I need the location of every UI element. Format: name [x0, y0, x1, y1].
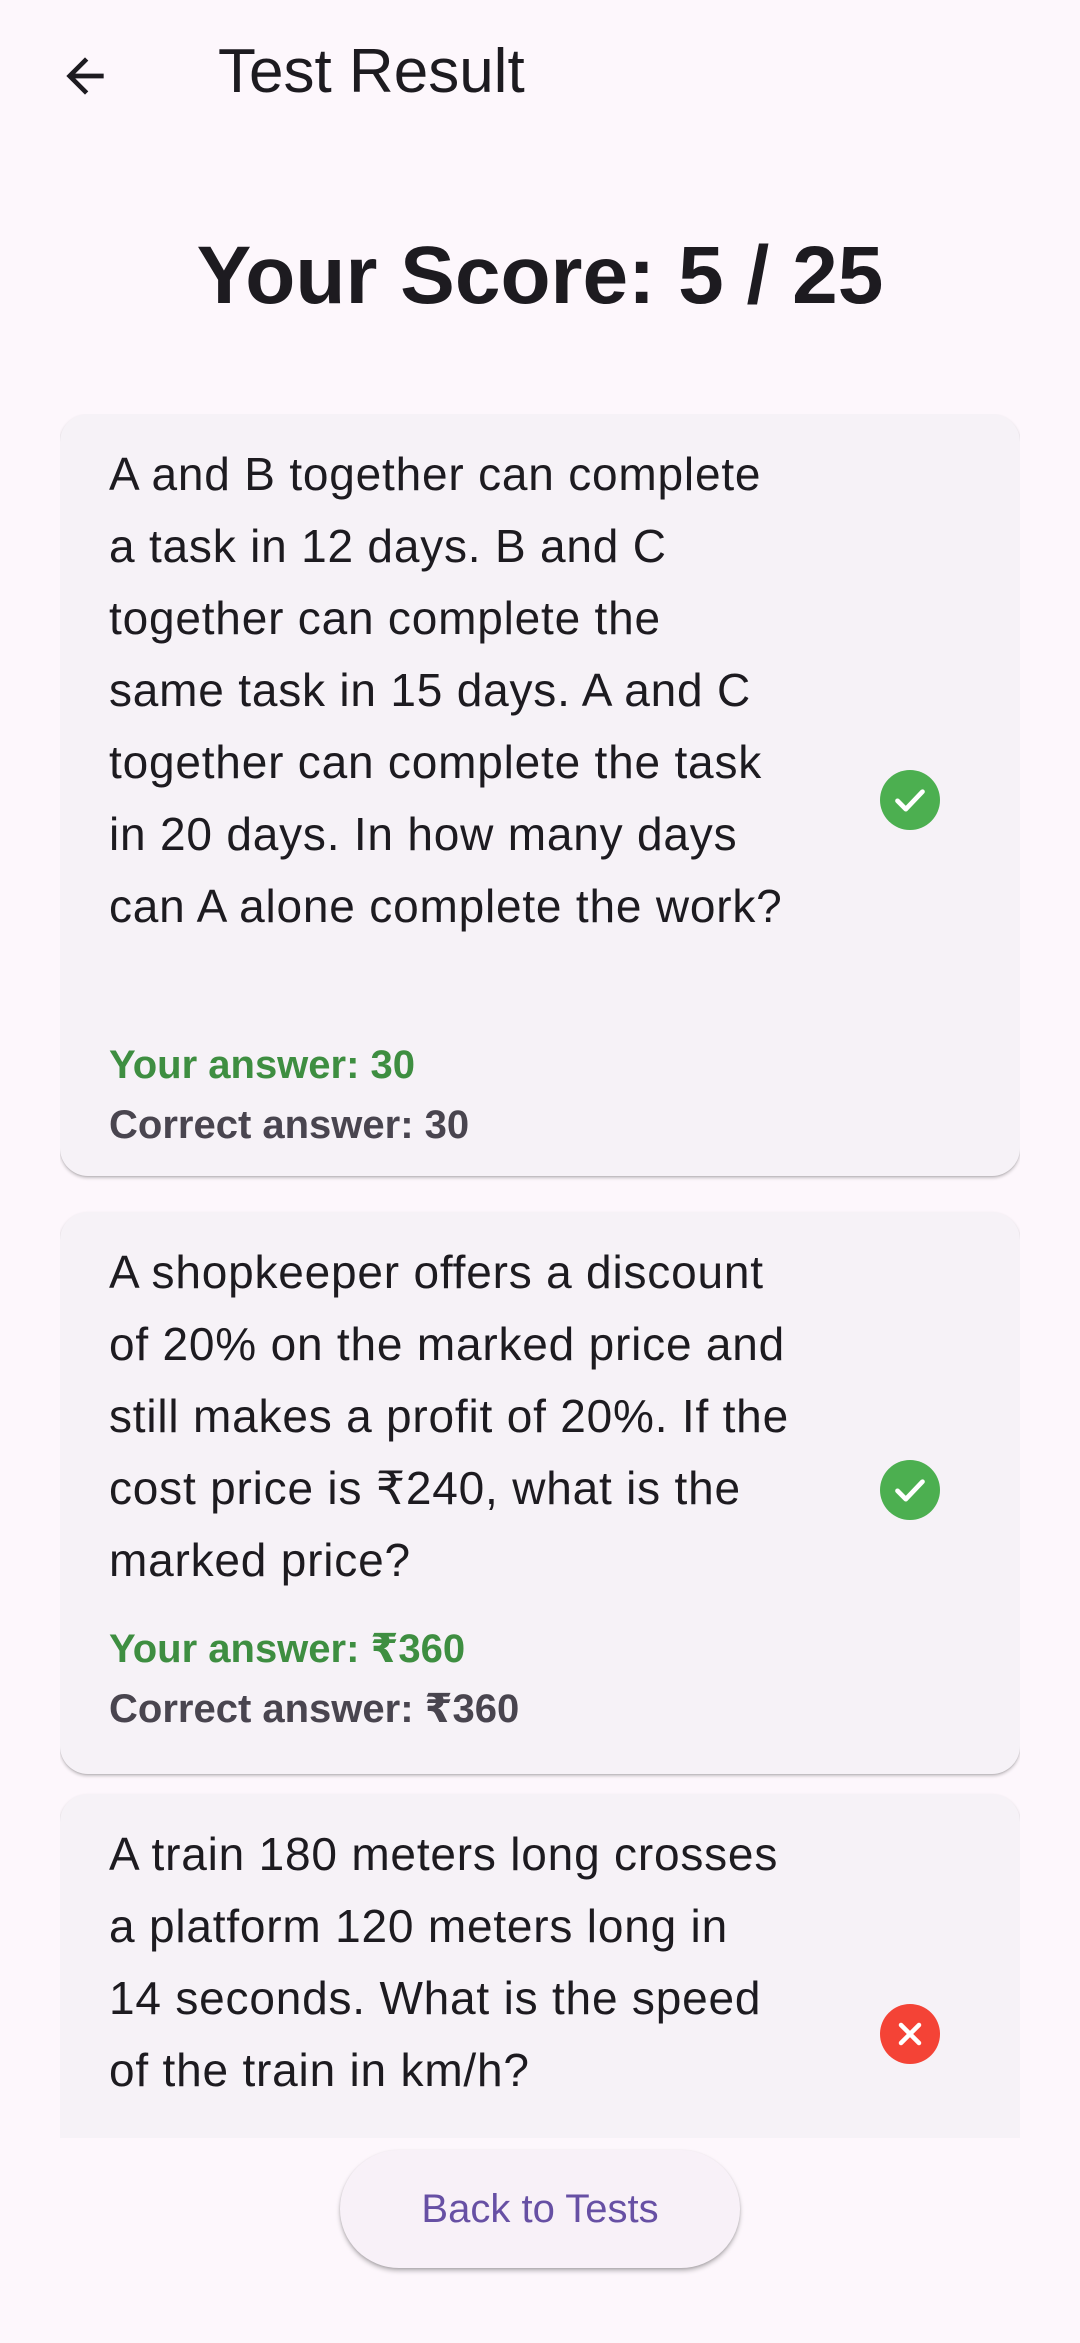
- arrow-left-icon: [66, 57, 104, 95]
- check-circle-icon: [880, 770, 940, 830]
- your-answer: Your answer: ₹360: [109, 1627, 466, 1671]
- score-heading: Your Score: 5 / 25: [196, 230, 884, 321]
- page-title: Test Result: [218, 37, 525, 106]
- results-list[interactable]: A and B together can complete a task in …: [60, 414, 1020, 2138]
- your-answer: Your answer: 30: [109, 1043, 416, 1087]
- result-card-1: A and B together can complete a task in …: [60, 414, 1020, 1176]
- correct-answer: Correct answer: 30: [109, 1103, 470, 1147]
- check-circle-icon: [880, 1460, 940, 1520]
- question-text: A and B together can complete a task in …: [109, 448, 783, 932]
- back-to-tests-button[interactable]: Back to Tests: [340, 2150, 740, 2268]
- question-text: A train 180 meters long crosses a platfo…: [109, 1828, 779, 2096]
- result-card-2: A shopkeeper offers a discount of 20% on…: [60, 1212, 1020, 1774]
- correct-answer: Correct answer: ₹360: [109, 1687, 520, 1731]
- question-text: A shopkeeper offers a discount of 20% on…: [109, 1246, 789, 1586]
- back-button[interactable]: [40, 34, 130, 118]
- app-bar: Test Result: [0, 0, 1080, 150]
- result-card-3: A train 180 meters long crosses a platfo…: [60, 1794, 1020, 2138]
- cross-circle-icon: [880, 2004, 940, 2064]
